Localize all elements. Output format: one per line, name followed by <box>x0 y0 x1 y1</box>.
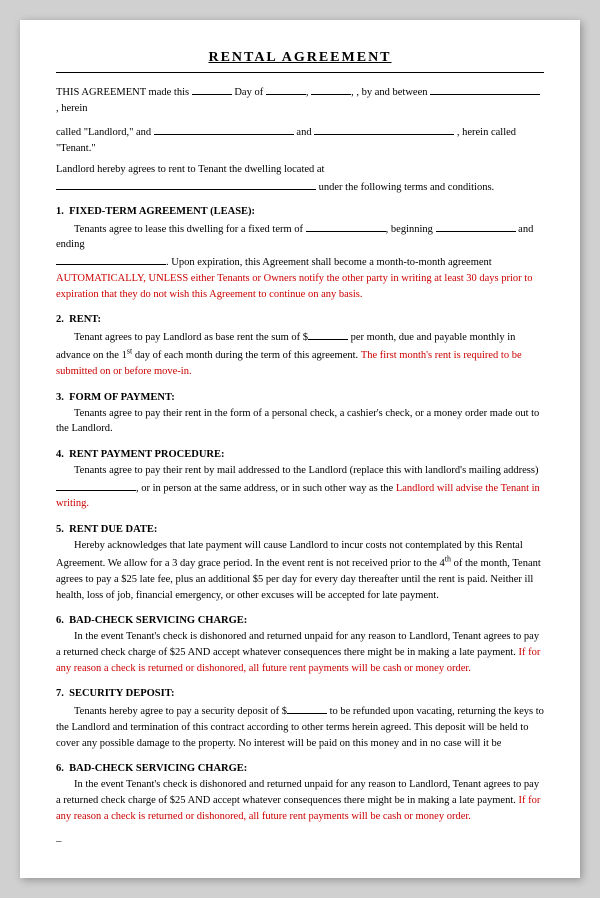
intro-text-3: , by and between <box>356 87 427 98</box>
section-5: 5. RENT DUE DATE: Hereby acknowledges th… <box>56 522 544 603</box>
blank-address <box>56 178 316 190</box>
section-3-body: 3. FORM OF PAYMENT: Tenants agree to pay… <box>56 390 544 437</box>
section-7-body: 7. SECURITY DEPOSIT: Tenants hereby agre… <box>56 686 544 751</box>
blank-month <box>266 83 306 95</box>
intro-block: THIS AGREEMENT made this Day of , , , by… <box>56 83 544 196</box>
section-6-content: In the event Tenant's check is dishonore… <box>56 631 540 674</box>
section-1-title: FIXED-TERM AGREEMENT (LEASE): <box>69 206 255 217</box>
section-3-number: 3. <box>56 392 64 403</box>
section-1-body: 1. FIXED-TERM AGREEMENT (LEASE): Tenants… <box>56 204 544 303</box>
blank-begin <box>436 220 516 232</box>
section-1-number: 1. <box>56 206 64 217</box>
section-5-content: Hereby acknowledges that late payment wi… <box>56 540 541 601</box>
section-6-repeat-number: 6. <box>56 763 64 774</box>
section-6-body: 6. BAD-CHECK SERVICING CHARGE: In the ev… <box>56 613 544 676</box>
section-4-content: Tenants agree to pay their rent by mail … <box>56 465 540 510</box>
blank-deposit <box>287 702 327 714</box>
section-3-title: FORM OF PAYMENT: <box>69 392 175 403</box>
section-6-repeat-title: BAD-CHECK SERVICING CHARGE: <box>69 763 247 774</box>
intro-text-6: and <box>296 127 311 138</box>
intro-line3: Landlord hereby agrees to rent to Tenant… <box>56 162 544 196</box>
intro-line1: THIS AGREEMENT made this Day of , , , by… <box>56 83 544 117</box>
blank-end <box>56 253 166 265</box>
intro-text-4: , herein <box>56 103 88 114</box>
blank-year <box>311 83 351 95</box>
section-6-repeat-red: If for any reason a check is returned or… <box>56 795 540 822</box>
section-6-repeat-body: 6. BAD-CHECK SERVICING CHARGE: In the ev… <box>56 761 544 824</box>
intro-text-2: Day of <box>234 87 263 98</box>
section-7-content: Tenants hereby agree to pay a security d… <box>56 706 544 749</box>
section-3: 3. FORM OF PAYMENT: Tenants agree to pay… <box>56 390 544 437</box>
section-4-number: 4. <box>56 449 64 460</box>
section-1-red: AUTOMATICALLY, UNLESS either Tenants or … <box>56 273 532 300</box>
section-2: 2. RENT: Tenant agrees to pay Landlord a… <box>56 312 544 380</box>
intro-line2: called "Landlord," and and , herein call… <box>56 123 544 157</box>
section-2-red: The first month's rent is required to be… <box>56 350 522 377</box>
section-4-title: RENT PAYMENT PROCEDURE: <box>69 449 224 460</box>
section-1: 1. FIXED-TERM AGREEMENT (LEASE): Tenants… <box>56 204 544 303</box>
blank-tenant2 <box>314 123 454 135</box>
blank-rent-amount <box>308 328 348 340</box>
section-3-content: Tenants agree to pay their rent in the f… <box>56 408 539 435</box>
sections-list: 1. FIXED-TERM AGREEMENT (LEASE): Tenants… <box>56 204 544 825</box>
section-2-content: Tenant agrees to pay Landlord as base re… <box>56 332 522 377</box>
section-7-title: SECURITY DEPOSIT: <box>69 688 174 699</box>
rental-agreement-document: RENTAL AGREEMENT THIS AGREEMENT made thi… <box>20 20 580 878</box>
blank-day <box>192 83 232 95</box>
document-title: RENTAL AGREEMENT <box>56 48 544 68</box>
section-6: 6. BAD-CHECK SERVICING CHARGE: In the ev… <box>56 613 544 676</box>
intro-text-1: THIS AGREEMENT made this <box>56 87 189 98</box>
blank-tenant1 <box>154 123 294 135</box>
section-7: 7. SECURITY DEPOSIT: Tenants hereby agre… <box>56 686 544 751</box>
section-4-body: 4. RENT PAYMENT PROCEDURE: Tenants agree… <box>56 447 544 512</box>
section-2-number: 2. <box>56 314 64 325</box>
intro-text-8: Landlord hereby agrees to rent to Tenant… <box>56 164 324 175</box>
section-7-number: 7. <box>56 688 64 699</box>
section-1-content: Tenants agree to lease this dwelling for… <box>56 224 533 300</box>
section-5-body: 5. RENT DUE DATE: Hereby acknowledges th… <box>56 522 544 603</box>
blank-mailing <box>56 479 136 491</box>
blank-term <box>306 220 386 232</box>
footer-dash: – <box>56 834 544 850</box>
section-5-number: 5. <box>56 524 64 535</box>
section-5-title: RENT DUE DATE: <box>69 524 157 535</box>
blank-party1 <box>430 83 540 95</box>
section-2-body: 2. RENT: Tenant agrees to pay Landlord a… <box>56 312 544 380</box>
section-6-repeat-content: In the event Tenant's check is dishonore… <box>56 779 540 822</box>
section-2-title: RENT: <box>69 314 101 325</box>
intro-text-5: called "Landlord," and <box>56 127 151 138</box>
section-4: 4. RENT PAYMENT PROCEDURE: Tenants agree… <box>56 447 544 512</box>
section-6-repeat: 6. BAD-CHECK SERVICING CHARGE: In the ev… <box>56 761 544 824</box>
intro-text-9: under the following terms and conditions… <box>319 182 495 193</box>
section-6-title: BAD-CHECK SERVICING CHARGE: <box>69 615 247 626</box>
section-6-red: If for any reason a check is returned or… <box>56 647 540 674</box>
section-6-number: 6. <box>56 615 64 626</box>
